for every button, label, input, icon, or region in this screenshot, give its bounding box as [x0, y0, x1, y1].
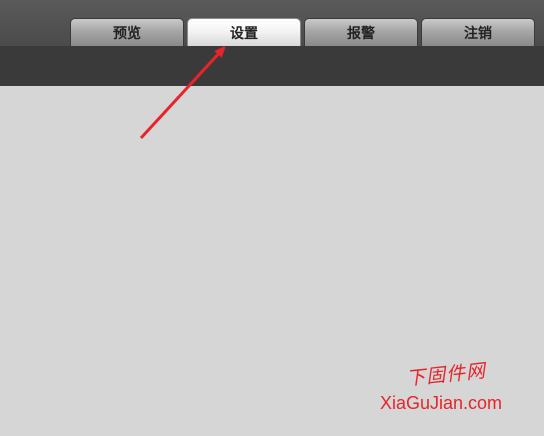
- top-bar: 预览 设置 报警 注销: [0, 0, 544, 46]
- watermark-english: XiaGuJian.com: [380, 393, 503, 413]
- watermark-chinese: 下固件网: [405, 359, 488, 391]
- page: 预览 设置 报警 注销 下固件网 XiaGuJian.com: [0, 0, 544, 436]
- tab-logout[interactable]: 注销: [421, 18, 535, 46]
- tab-alarm[interactable]: 报警: [304, 18, 418, 46]
- sub-toolbar: [0, 46, 544, 86]
- watermark: 下固件网 XiaGuJian.com: [378, 360, 538, 420]
- tab-settings[interactable]: 设置: [187, 18, 301, 46]
- main-tabs: 预览 设置 报警 注销: [70, 18, 535, 46]
- tab-preview[interactable]: 预览: [70, 18, 184, 46]
